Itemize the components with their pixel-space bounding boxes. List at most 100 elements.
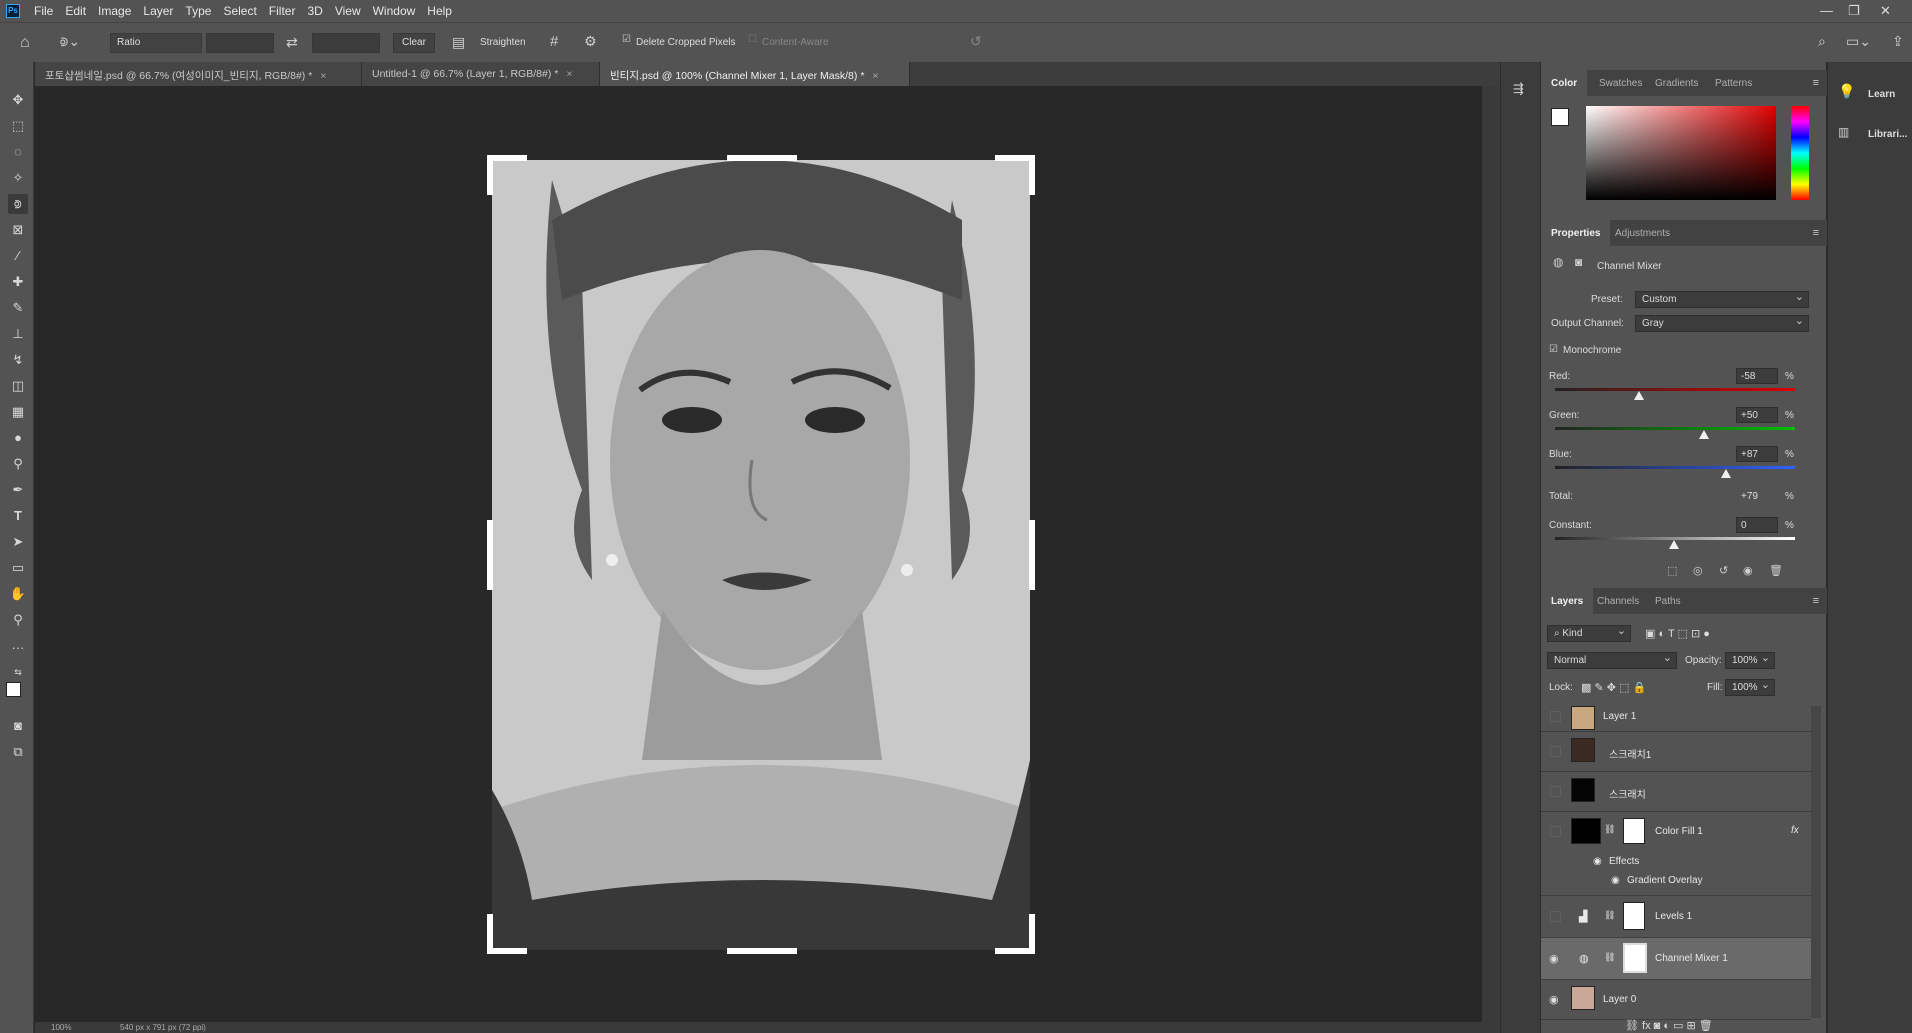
- crop-tool-icon[interactable]: ⟄: [8, 194, 28, 214]
- visibility-toggle[interactable]: [1550, 786, 1561, 797]
- crop-handle-bottom[interactable]: [727, 948, 797, 954]
- straighten-label[interactable]: Straighten: [480, 37, 526, 48]
- home-icon[interactable]: ⌂: [20, 35, 30, 51]
- lightbulb-icon[interactable]: 💡: [1838, 84, 1855, 98]
- layers-scrollbar[interactable]: [1811, 706, 1821, 1018]
- zoom-tool-icon[interactable]: ⚲: [8, 610, 28, 630]
- visibility-toggle[interactable]: [1550, 911, 1561, 922]
- ratio-dropdown[interactable]: Ratio: [110, 33, 202, 53]
- rectangle-tool-icon[interactable]: ▭: [8, 558, 28, 578]
- menu-window[interactable]: Window: [367, 4, 422, 18]
- crop-handle-bottom-left[interactable]: [487, 948, 527, 954]
- ratio-width-input[interactable]: [206, 33, 274, 53]
- output-channel-dropdown[interactable]: Gray: [1635, 314, 1809, 332]
- layer-row-selected[interactable]: ◉ ◍ ⛓ Channel Mixer 1: [1541, 938, 1811, 980]
- close-icon[interactable]: ✕: [1880, 3, 1891, 19]
- color-foreground-swatch[interactable]: [1551, 108, 1569, 126]
- constant-value[interactable]: 0: [1736, 517, 1778, 533]
- visibility-toggle[interactable]: [1550, 746, 1561, 757]
- frame-tool-icon[interactable]: ⊠: [8, 220, 28, 240]
- swap-colors-icon[interactable]: ⇆: [8, 662, 28, 682]
- zoom-level[interactable]: 100%: [51, 1023, 71, 1032]
- tab-document-3[interactable]: 빈티지.psd @ 100% (Channel Mixer 1, Layer M…: [600, 62, 910, 86]
- tab-document-2[interactable]: Untitled-1 @ 66.7% (Layer 1, RGB/8#) * ×: [362, 62, 600, 86]
- more-tools-icon[interactable]: ···: [8, 638, 28, 658]
- red-slider-thumb[interactable]: [1634, 391, 1644, 400]
- crop-handle-top-right-v[interactable]: [1029, 155, 1035, 195]
- document-info[interactable]: 540 px x 791 px (72 ppi): [120, 1023, 206, 1032]
- layer-row[interactable]: 스크래치1: [1541, 732, 1811, 772]
- red-value[interactable]: -58: [1736, 368, 1778, 384]
- tab-gradients[interactable]: Gradients: [1645, 70, 1708, 96]
- effects-eye-icon[interactable]: ◉: [1593, 856, 1602, 867]
- menu-type[interactable]: Type: [179, 4, 217, 18]
- view-previous-state-icon[interactable]: ◎: [1693, 566, 1703, 577]
- crop-handle-bottom-right-v[interactable]: [1029, 914, 1035, 954]
- eraser-tool-icon[interactable]: ◫: [8, 376, 28, 396]
- ratio-height-input[interactable]: [312, 33, 380, 53]
- crop-handle-top-left[interactable]: [487, 155, 527, 161]
- eyedropper-tool-icon[interactable]: ⁄: [8, 246, 28, 266]
- menu-view[interactable]: View: [329, 4, 367, 18]
- path-selection-tool-icon[interactable]: ➤: [8, 532, 28, 552]
- link-icon[interactable]: ⛓: [1604, 952, 1615, 963]
- effect-eye-icon[interactable]: ◉: [1611, 875, 1620, 886]
- crop-handle-left[interactable]: [487, 520, 493, 590]
- move-tool-icon[interactable]: ✥: [8, 90, 28, 110]
- blue-value[interactable]: +87: [1736, 446, 1778, 462]
- clear-button[interactable]: Clear: [393, 33, 435, 53]
- tab-layers[interactable]: Layers: [1541, 588, 1594, 614]
- layer-mask-thumbnail[interactable]: [1623, 902, 1645, 930]
- green-slider-thumb[interactable]: [1699, 430, 1709, 439]
- foreground-color-swatch[interactable]: [6, 682, 21, 697]
- menu-edit[interactable]: Edit: [59, 4, 92, 18]
- close-tab-icon[interactable]: ×: [872, 70, 878, 82]
- menu-filter[interactable]: Filter: [263, 4, 302, 18]
- layer-row[interactable]: 스크래치: [1541, 772, 1811, 812]
- blue-slider-thumb[interactable]: [1721, 469, 1731, 478]
- straighten-icon[interactable]: ▤: [452, 35, 465, 49]
- swap-icon[interactable]: ⇄: [286, 35, 298, 49]
- hand-tool-icon[interactable]: ✋: [8, 584, 28, 604]
- layer-mask-thumbnail[interactable]: [1623, 943, 1647, 973]
- share-icon[interactable]: ⇪: [1892, 34, 1904, 48]
- gear-icon[interactable]: ⚙: [584, 34, 597, 48]
- document-image[interactable]: [492, 160, 1030, 950]
- layer-row[interactable]: ▟ ⛓ Levels 1: [1541, 896, 1811, 938]
- minimize-icon[interactable]: —: [1820, 3, 1833, 18]
- eye-icon[interactable]: ◉: [1549, 952, 1563, 966]
- workspace-icon[interactable]: ▭⌄: [1846, 34, 1871, 48]
- healing-brush-tool-icon[interactable]: ✚: [8, 272, 28, 292]
- panel-menu-icon[interactable]: ≡: [1813, 227, 1819, 239]
- panel-menu-icon[interactable]: ≡: [1813, 595, 1819, 607]
- layer-row[interactable]: ◉ Layer 0: [1541, 980, 1811, 1020]
- filter-icons[interactable]: ▣ ◐ T ⬚ ⊡ ●: [1645, 627, 1710, 640]
- preset-dropdown[interactable]: Custom: [1635, 290, 1809, 308]
- lock-icons[interactable]: ▩ ✎ ✥ ⬚ 🔒: [1581, 681, 1646, 694]
- layer-mask-thumbnail[interactable]: [1623, 818, 1645, 844]
- monochrome-checkbox[interactable]: ☑: [1549, 344, 1558, 355]
- marquee-tool-icon[interactable]: ⬚: [8, 116, 28, 136]
- visibility-toggle[interactable]: [1550, 826, 1561, 837]
- menu-layer[interactable]: Layer: [137, 4, 179, 18]
- tab-adjustments[interactable]: Adjustments: [1605, 220, 1680, 246]
- history-brush-tool-icon[interactable]: ↯: [8, 350, 28, 370]
- link-icon[interactable]: ⛓: [1604, 910, 1615, 921]
- brush-tool-icon[interactable]: ✎: [8, 298, 28, 318]
- delete-cropped-checkbox[interactable]: ☑: [622, 35, 631, 45]
- blue-slider[interactable]: [1555, 466, 1795, 469]
- crop-handle-right[interactable]: [1029, 520, 1035, 590]
- close-tab-icon[interactable]: ×: [320, 70, 326, 82]
- tab-paths[interactable]: Paths: [1645, 588, 1691, 614]
- kind-filter-dropdown[interactable]: ⌕ Kind: [1547, 624, 1631, 642]
- grid-overlay-icon[interactable]: #: [550, 34, 558, 49]
- menu-help[interactable]: Help: [421, 4, 458, 18]
- blur-tool-icon[interactable]: ●: [8, 428, 28, 448]
- layer-row[interactable]: ⛓ Color Fill 1 fx ◉ Effects ◉ Gradient O…: [1541, 812, 1811, 896]
- libraries-icon[interactable]: ▥: [1838, 126, 1849, 138]
- mask-icon[interactable]: ◙: [1575, 256, 1582, 268]
- vertical-scrollbar[interactable]: [1482, 86, 1500, 1022]
- tab-document-1[interactable]: 포토샵썸네일.psd @ 66.7% (여성이미지_빈티지, RGB/8#) *…: [35, 62, 362, 86]
- red-slider[interactable]: [1555, 388, 1795, 391]
- crop-handle-top-left-v[interactable]: [487, 155, 493, 195]
